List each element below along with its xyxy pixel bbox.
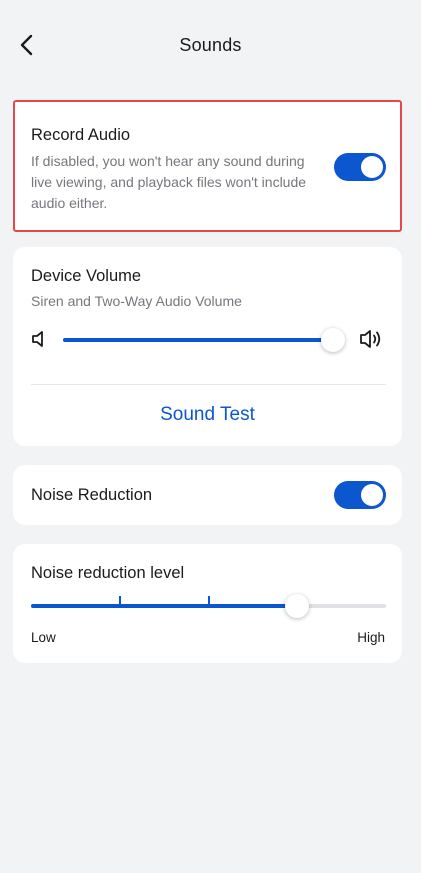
volume-low-icon[interactable] (31, 330, 47, 348)
sound-test-button[interactable]: Sound Test (13, 404, 402, 426)
record-audio-label: Record Audio (31, 126, 131, 144)
noise-level-min-label: Low (31, 630, 56, 645)
device-volume-label: Device Volume (31, 267, 142, 285)
noise-level-step-tick (118, 596, 121, 604)
device-volume-card: Device Volume Siren and Two-Way Audio Vo… (13, 247, 402, 446)
device-volume-description: Siren and Two-Way Audio Volume (31, 293, 242, 309)
header: Sounds (0, 0, 421, 90)
toggle-knob (361, 156, 383, 178)
toggle-knob (361, 484, 383, 506)
card-divider (31, 384, 386, 385)
record-audio-toggle[interactable] (334, 153, 386, 181)
volume-high-icon[interactable] (359, 328, 385, 350)
noise-level-slider-fill (31, 604, 298, 608)
noise-reduction-level-label: Noise reduction level (31, 564, 185, 582)
volume-slider-fill (63, 338, 333, 342)
noise-level-slider-thumb[interactable] (285, 594, 310, 618)
noise-level-slider-track[interactable] (31, 596, 386, 608)
noise-reduction-label: Noise Reduction (31, 486, 153, 504)
noise-level-step-tick (207, 596, 210, 604)
volume-slider-thumb[interactable] (321, 328, 345, 352)
noise-reduction-toggle[interactable] (334, 481, 386, 509)
record-audio-card: Record Audio If disabled, you won't hear… (13, 100, 402, 232)
record-audio-description: If disabled, you won't hear any sound du… (31, 153, 307, 211)
noise-reduction-level-card: Noise reduction level Low High (13, 544, 402, 663)
noise-reduction-card: Noise Reduction (13, 465, 402, 525)
page-title: Sounds (179, 35, 242, 55)
noise-level-max-label: High (357, 630, 385, 645)
volume-slider-track[interactable] (63, 338, 333, 342)
